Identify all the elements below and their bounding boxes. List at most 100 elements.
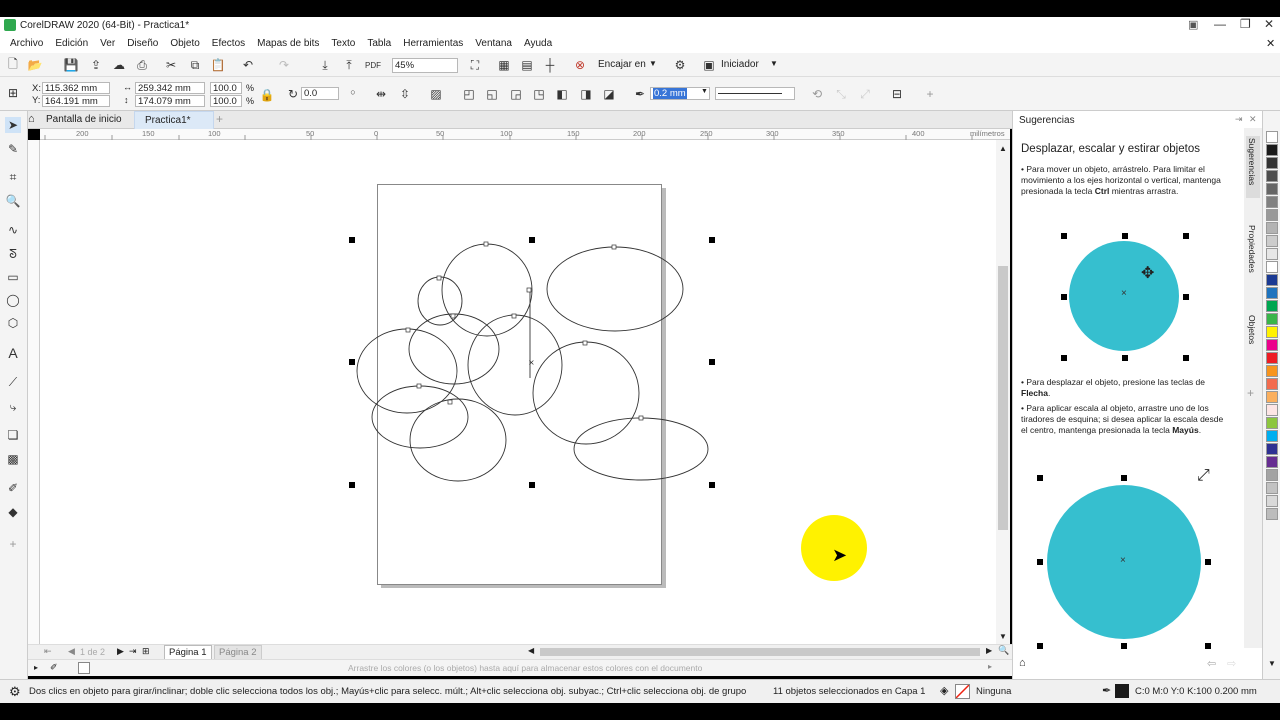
palette-swatch[interactable] [1266,378,1278,390]
rectangle-tool-icon[interactable]: ▭ [5,269,21,285]
prev-page-icon[interactable]: ◀ [68,646,75,657]
palette-swatch[interactable] [1266,287,1278,299]
outline-pen-icon[interactable]: ✒ [632,86,648,102]
menu-efectos[interactable]: Efectos [206,38,251,49]
guidelines-icon[interactable]: ┼ [542,57,558,73]
palette-swatch[interactable] [1266,235,1278,247]
scale-y-input[interactable]: 100.0 [210,95,242,107]
snap-off-icon[interactable]: ⊗ [572,57,588,73]
palette-swatch[interactable] [1266,313,1278,325]
launcher-icon[interactable]: ▣ [701,57,717,73]
crop-tool-icon[interactable]: ⌗ [5,169,21,185]
import-icon[interactable]: ⤓ [317,57,333,73]
docker-back-icon[interactable]: ⇦ [1207,657,1216,670]
front-minus-back-icon[interactable]: ◨ [578,86,594,102]
add-docker-icon[interactable]: + [1247,386,1254,400]
drop-shadow-icon[interactable]: ❏ [5,427,21,443]
palette-swatches[interactable] [1263,131,1280,521]
print-icon[interactable]: ⎙ [134,57,150,73]
save-icon[interactable]: 💾 [63,57,79,73]
lock-ratio-icon[interactable]: 🔒 [259,87,275,103]
open-folder-icon[interactable]: 📂 [27,57,43,73]
upload-icon[interactable]: ⇪ [88,57,104,73]
snap-to-dropdown[interactable]: Encajar en [598,59,646,70]
full-screen-icon[interactable]: ▦ [496,57,512,73]
zoom-magnifier-icon[interactable]: 🔍 [998,645,1009,656]
palette-swatch[interactable] [1266,482,1278,494]
line-style-select[interactable] [715,87,795,100]
height-input[interactable]: 174.079 mm [135,95,205,107]
first-page-icon[interactable]: ⇤ [44,646,52,657]
palette-swatch[interactable] [1266,144,1278,156]
palette-swatch[interactable] [1266,352,1278,364]
palette-swatch[interactable] [1266,274,1278,286]
menu-diseno[interactable]: Diseño [121,38,164,49]
palette-scroll-right-icon[interactable]: ▸ [988,662,992,671]
zoom-tool-icon[interactable]: 🔍 [5,193,21,209]
launcher-dropdown[interactable]: Iniciador [721,59,759,70]
palette-swatch[interactable] [1266,157,1278,169]
weld-icon[interactable]: ◱ [484,86,500,102]
next-page-icon[interactable]: ▶ [117,646,124,657]
side-tab-hints[interactable]: Sugerencias [1246,136,1260,198]
palette-swatch[interactable] [1266,404,1278,416]
palette-swatch[interactable] [1266,365,1278,377]
selection-handle[interactable] [709,482,715,488]
position-y-input[interactable]: 164.191 mm [42,95,110,107]
reference-point-icon[interactable]: ⊞ [5,85,21,101]
palette-swatch[interactable] [1266,508,1278,520]
copy-icon[interactable]: ⧉ [187,57,203,73]
palette-swatch[interactable] [1266,170,1278,182]
side-tab-properties[interactable]: Propiedades [1246,223,1260,298]
pick-tool-icon[interactable]: ➤ [5,117,21,133]
hscroll-right-icon[interactable]: ▶ [986,646,992,655]
palette-swatch[interactable] [1266,469,1278,481]
transparency-icon[interactable]: ▩ [5,451,21,467]
palette-swatch[interactable] [1266,339,1278,351]
add-icon[interactable]: + [922,86,938,102]
launcher-chevron-down-icon[interactable]: ▼ [770,59,778,68]
width-input[interactable]: 259.342 mm [135,82,205,94]
mirror-horizontal-icon[interactable]: ⇹ [373,86,389,102]
scroll-thumb[interactable] [998,266,1008,530]
add-page-icon[interactable]: ⊞ [142,646,150,657]
zoom-level-select[interactable]: 45% [392,58,458,73]
palette-swatch[interactable] [1266,248,1278,260]
selection-handle[interactable] [709,359,715,365]
ellipse-tool-icon[interactable]: ◯ [5,292,21,308]
palette-swatch[interactable] [1266,430,1278,442]
trim-icon[interactable]: ◲ [508,86,524,102]
menu-edicion[interactable]: Edición [49,38,94,49]
grid-icon[interactable]: ▤ [519,57,535,73]
restore-size-icon[interactable]: ▣ [1188,18,1198,31]
palette-swatch[interactable] [1266,456,1278,468]
palette-swatch[interactable] [1266,131,1278,143]
selection-handle[interactable] [529,482,535,488]
menu-mapas-de-bits[interactable]: Mapas de bits [251,38,325,49]
freehand-tool-icon[interactable]: ∿ [5,222,21,238]
paste-icon[interactable]: 📋 [210,57,226,73]
pdf-icon[interactable]: PDF [365,57,381,73]
docker-expand-icon[interactable]: ⇥ [1235,114,1243,125]
cloud-icon[interactable]: ☁ [111,57,127,73]
scroll-down-icon[interactable]: ▼ [999,632,1007,641]
rotation-input[interactable]: 0.0 [301,87,339,100]
add-tab-button[interactable]: + [216,112,223,126]
close-button[interactable]: ✕ [1264,17,1274,31]
menu-tabla[interactable]: Tabla [361,38,397,49]
menu-close-icon[interactable]: ✕ [1266,37,1275,50]
selection-handle[interactable] [349,359,355,365]
drawing-canvas[interactable]: × ➤ [40,140,996,644]
scroll-up-icon[interactable]: ▲ [999,144,1007,153]
selection-handle[interactable] [529,237,535,243]
export-icon[interactable]: ⤒ [341,57,357,73]
new-document-icon[interactable]: 🗋 [5,57,21,73]
combine-icon[interactable]: ◰ [461,86,477,102]
menu-ventana[interactable]: Ventana [469,38,518,49]
docker-forward-icon[interactable]: ⇨ [1227,657,1236,670]
palette-swatch[interactable] [1266,261,1278,273]
document-palette[interactable]: ▸ ✐ Arrastre los colores (o los objetos)… [28,659,1012,676]
home-icon[interactable]: ⌂ [28,113,42,127]
status-gear-icon[interactable]: ⚙ [9,684,21,700]
convert-icon[interactable]: ⟲ [809,86,825,102]
